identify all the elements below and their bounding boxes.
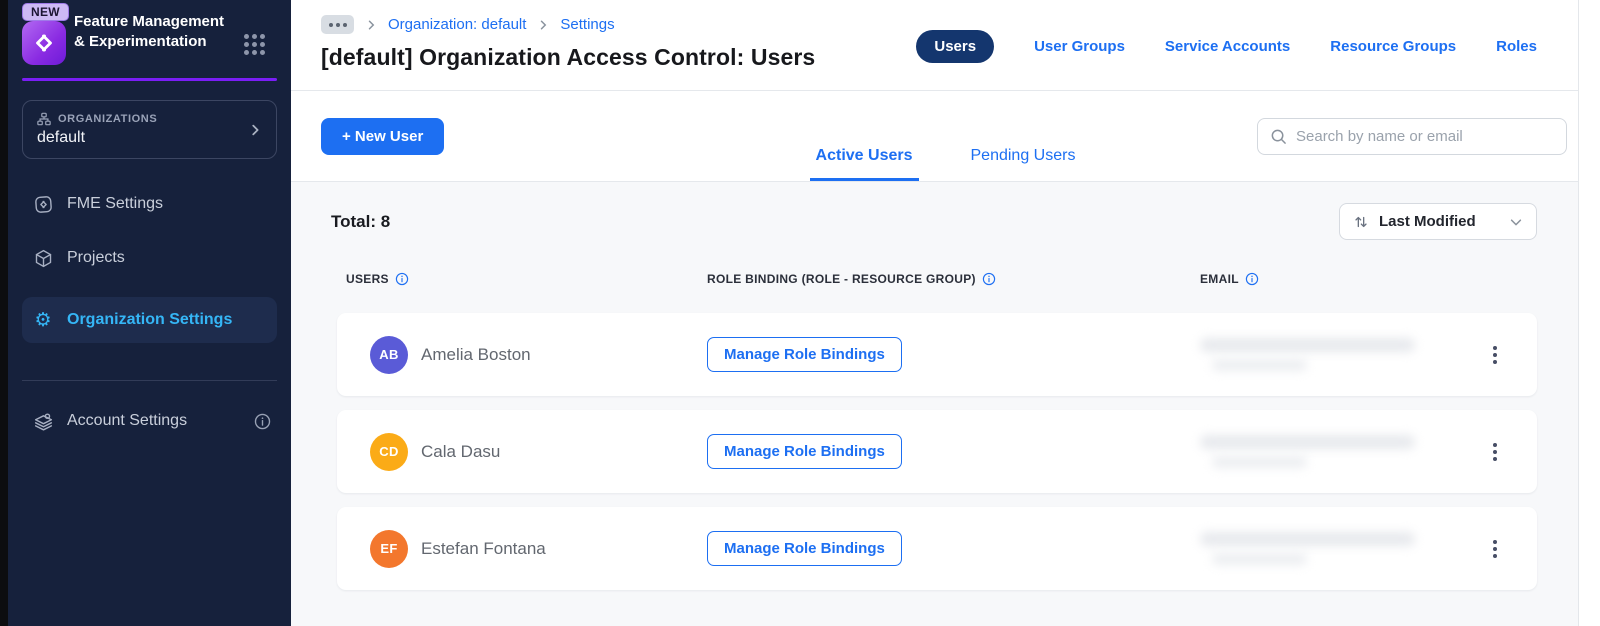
split-logo [22,21,66,65]
sort-dropdown[interactable]: Last Modified [1339,203,1537,240]
sidebar: NEW Feature Management & Experimentation… [8,0,291,626]
users-content: Total: 8 Last Modified USERS ROLE BINDIN… [291,182,1600,626]
user-name: Cala Dasu [421,441,501,461]
sidebar-nav: FME Settings Projects ⚙ Organization Set… [8,189,291,436]
table-row: AB Amelia Boston Manage Role Bindings [337,313,1537,396]
chevron-right-icon [365,19,377,31]
sidebar-item-label: FME Settings [67,195,164,212]
right-gutter [1578,0,1600,626]
brand-accent-line [22,78,277,81]
page-title: [default] Organization Access Control: U… [321,44,816,70]
info-icon[interactable] [395,272,409,286]
avatar: CD [370,432,408,471]
redacted-email [1200,532,1453,565]
search-box [1257,118,1567,155]
chevron-right-icon [537,19,549,31]
search-icon [1271,129,1286,144]
tab-active-users[interactable]: Active Users [809,147,919,181]
column-header-email: EMAIL [1200,272,1537,286]
column-header-users: USERS [346,272,707,286]
avatar: EF [370,529,408,568]
app-switcher-icon[interactable] [244,34,265,55]
breadcrumb: Organization: default Settings [321,15,615,34]
search-input[interactable] [1296,128,1554,145]
info-icon[interactable] [1245,272,1259,286]
layers-gear-icon [32,411,54,432]
table-row: CD Cala Dasu Manage Role Bindings [337,410,1537,493]
manage-role-bindings-button[interactable]: Manage Role Bindings [707,531,902,566]
breadcrumb-ellipsis-button[interactable] [321,15,354,34]
sidebar-item-account-settings[interactable]: Account Settings [22,406,277,436]
nav-tab-user-groups[interactable]: User Groups [1034,38,1125,55]
avatar: AB [370,335,408,374]
nav-tab-resource-groups[interactable]: Resource Groups [1330,38,1456,55]
sidebar-item-label: Organization Settings [67,311,233,328]
organizations-label: ORGANIZATIONS [58,113,158,125]
total-count-label: Total: 8 [331,211,391,231]
projects-cube-icon [32,248,54,269]
toolbar: + New User Active Users Pending Users [291,91,1600,182]
screen-edge-strip [0,0,8,626]
breadcrumb-link-settings[interactable]: Settings [560,16,614,33]
user-name: Amelia Boston [421,344,531,364]
organization-selector[interactable]: ORGANIZATIONS default [22,100,277,159]
sidebar-item-fme-settings[interactable]: FME Settings [22,189,277,219]
gear-icon: ⚙ [34,308,52,331]
chevron-down-icon [1510,218,1522,225]
user-list: AB Amelia Boston Manage Role Bindings CD… [337,313,1537,590]
new-badge: NEW [22,3,69,21]
info-icon[interactable] [254,413,271,430]
brand-title: Feature Management & Experimentation [74,13,225,50]
sidebar-item-label: Account Settings [67,412,188,429]
sidebar-divider [22,380,277,381]
split-logo-icon [36,34,52,52]
nav-tab-service-accounts[interactable]: Service Accounts [1165,38,1290,55]
nav-tab-users[interactable]: Users [916,30,995,63]
breadcrumb-link-organization[interactable]: Organization: default [388,16,526,33]
chevron-right-icon [252,124,259,135]
column-header-role-binding: ROLE BINDING (ROLE - RESOURCE GROUP) [707,272,1200,286]
manage-role-bindings-button[interactable]: Manage Role Bindings [707,434,902,469]
table-row: EF Estefan Fontana Manage Role Bindings [337,507,1537,590]
sort-dropdown-value: Last Modified [1379,213,1476,230]
manage-role-bindings-button[interactable]: Manage Role Bindings [707,337,902,372]
table-header: USERS ROLE BINDING (ROLE - RESOURCE GROU… [337,272,1537,286]
row-menu-kebab-icon[interactable] [1487,340,1503,370]
row-menu-kebab-icon[interactable] [1487,437,1503,467]
sidebar-item-organization-settings[interactable]: ⚙ Organization Settings [22,297,277,343]
page-header: Organization: default Settings [default]… [291,0,1600,91]
nav-tab-roles[interactable]: Roles [1496,38,1537,55]
access-control-nav: Users User Groups Service Accounts Resou… [916,30,1537,63]
brand-header: NEW Feature Management & Experimentation [8,0,291,92]
org-hierarchy-icon [37,112,51,126]
main-area: Organization: default Settings [default]… [291,0,1600,626]
sidebar-item-projects[interactable]: Projects [22,243,277,273]
info-icon[interactable] [982,272,996,286]
redacted-email [1200,338,1453,371]
organization-value: default [37,129,86,146]
user-name: Estefan Fontana [421,538,546,558]
fme-settings-icon [32,194,54,215]
redacted-email [1200,435,1453,468]
tab-pending-users[interactable]: Pending Users [965,147,1082,181]
sidebar-item-label: Projects [67,249,125,266]
row-menu-kebab-icon[interactable] [1487,534,1503,564]
sort-arrows-icon [1355,216,1367,227]
